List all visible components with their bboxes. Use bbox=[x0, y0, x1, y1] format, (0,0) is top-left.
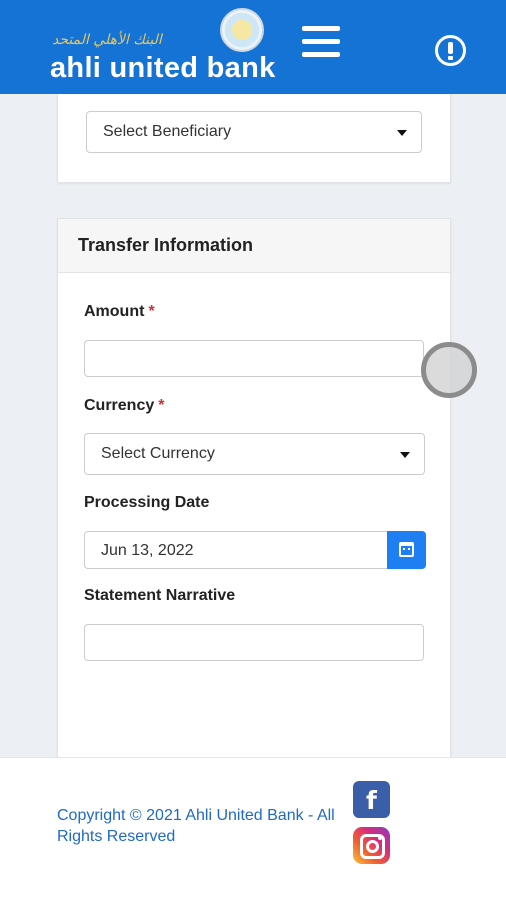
currency-select-value: Select Currency bbox=[101, 445, 215, 462]
instagram-icon[interactable] bbox=[353, 827, 390, 864]
hamburger-menu-icon[interactable] bbox=[302, 26, 340, 58]
amount-label: Amount * bbox=[84, 303, 155, 320]
beneficiary-card: Select Beneficiary bbox=[57, 94, 451, 183]
bank-emblem-icon bbox=[220, 8, 264, 52]
transfer-information-card: Transfer Information Amount * Currency * S… bbox=[57, 218, 451, 778]
required-marker: * bbox=[158, 397, 165, 414]
currency-select[interactable]: Select Currency bbox=[84, 433, 425, 475]
facebook-icon[interactable]: f bbox=[353, 781, 390, 818]
statement-narrative-label: Statement Narrative bbox=[84, 587, 236, 604]
processing-date-label: Processing Date bbox=[84, 494, 210, 511]
bank-logo[interactable]: البنك الأهلي المتحد ahli united bank bbox=[48, 8, 298, 88]
beneficiary-select[interactable]: Select Beneficiary bbox=[86, 111, 422, 153]
calendar-icon bbox=[399, 542, 414, 557]
currency-label: Currency * bbox=[84, 397, 165, 414]
logo-text: ahli united bank bbox=[50, 52, 276, 84]
chevron-down-icon bbox=[400, 452, 410, 458]
chevron-down-icon bbox=[397, 130, 407, 136]
copyright-text: Copyright © 2021 Ahli United Bank - All … bbox=[57, 807, 335, 845]
statement-narrative-input[interactable] bbox=[84, 624, 424, 661]
amount-input[interactable] bbox=[84, 340, 424, 377]
touch-indicator bbox=[421, 342, 477, 398]
beneficiary-select-value: Select Beneficiary bbox=[103, 123, 232, 140]
logo-arabic-text: البنك الأهلي المتحد bbox=[52, 32, 162, 48]
calendar-button[interactable] bbox=[387, 531, 426, 569]
app-header: البنك الأهلي المتحد ahli united bank bbox=[0, 0, 506, 94]
transfer-information-title: Transfer Information bbox=[58, 219, 450, 273]
info-icon[interactable] bbox=[435, 35, 466, 66]
page-footer: Copyright © 2021 Ahli United Bank - All … bbox=[0, 757, 506, 900]
required-marker: * bbox=[148, 303, 155, 320]
processing-date-input[interactable]: Jun 13, 2022 bbox=[84, 531, 388, 569]
